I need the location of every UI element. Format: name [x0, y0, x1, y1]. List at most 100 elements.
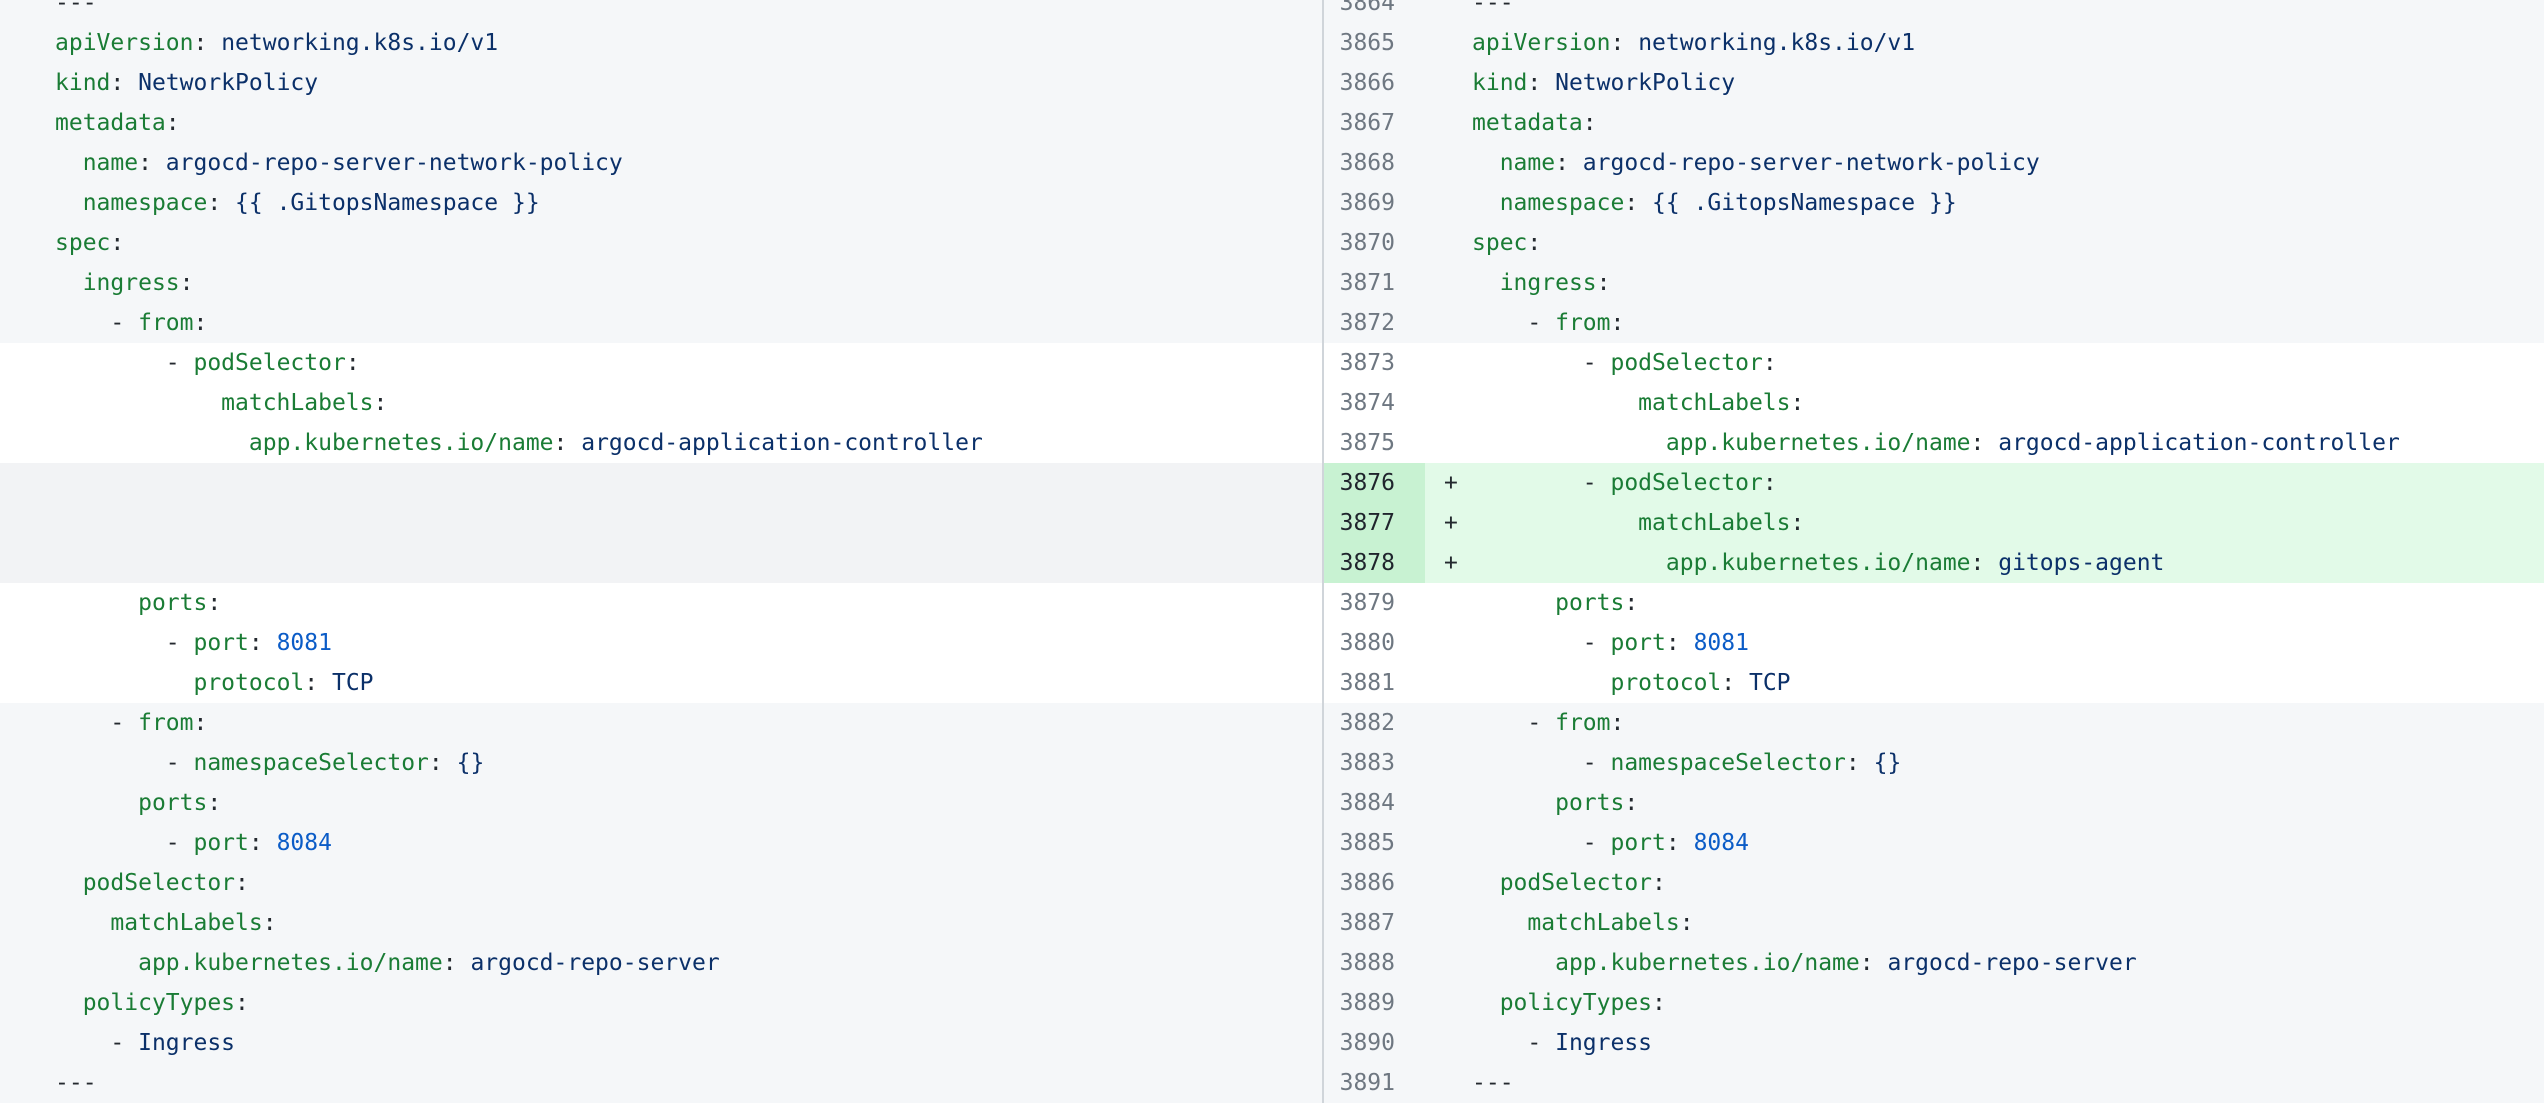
- code-line: namespace: {{ .GitopsNamespace }}: [0, 183, 1322, 223]
- diff-row: ---: [0, 1063, 1322, 1103]
- split-diff-view: ---apiVersion: networking.k8s.io/v1kind:…: [0, 0, 2544, 1103]
- line-number[interactable]: 3880: [1324, 623, 1425, 663]
- code-line: ports:: [1425, 583, 2544, 623]
- diff-row: name: argocd-repo-server-network-policy: [0, 143, 1322, 183]
- diff-row: - podSelector:: [0, 343, 1322, 383]
- diff-row: - namespaceSelector: {}: [0, 743, 1322, 783]
- diff-row: 3882 - from:: [1324, 703, 2544, 743]
- line-number[interactable]: 3884: [1324, 783, 1425, 823]
- line-number[interactable]: 3887: [1324, 903, 1425, 943]
- line-number[interactable]: 3873: [1324, 343, 1425, 383]
- code-line: app.kubernetes.io/name: argocd-applicati…: [0, 423, 1322, 463]
- diff-row: 3871 ingress:: [1324, 263, 2544, 303]
- diff-row: 3885 - port: 8084: [1324, 823, 2544, 863]
- diff-row: 3868 name: argocd-repo-server-network-po…: [1324, 143, 2544, 183]
- diff-row: - port: 8081: [0, 623, 1322, 663]
- code-line: [0, 463, 1322, 503]
- line-number[interactable]: 3867: [1324, 103, 1425, 143]
- line-number[interactable]: 3882: [1324, 703, 1425, 743]
- code-line: ---: [0, 1063, 1322, 1103]
- line-number[interactable]: 3865: [1324, 23, 1425, 63]
- line-number[interactable]: 3864: [1324, 0, 1425, 23]
- diff-row-placeholder: [0, 503, 1322, 543]
- diff-row: ---: [0, 0, 1322, 23]
- diff-row: 3864---: [1324, 0, 2544, 23]
- code-line: - namespaceSelector: {}: [1425, 743, 2544, 783]
- code-line: matchLabels:: [1425, 383, 2544, 423]
- code-line: + app.kubernetes.io/name: gitops-agent: [1425, 543, 2544, 583]
- code-line: - port: 8081: [1425, 623, 2544, 663]
- line-number[interactable]: 3868: [1324, 143, 1425, 183]
- code-line: protocol: TCP: [1425, 663, 2544, 703]
- added-marker: +: [1444, 503, 1472, 543]
- code-line: kind: NetworkPolicy: [1425, 63, 2544, 103]
- code-line: ---: [0, 0, 1322, 23]
- diff-row: app.kubernetes.io/name: argocd-applicati…: [0, 423, 1322, 463]
- code-line: spec:: [1425, 223, 2544, 263]
- diff-row: 3891---: [1324, 1063, 2544, 1103]
- diff-row: 3874 matchLabels:: [1324, 383, 2544, 423]
- code-line: [0, 543, 1322, 583]
- code-line: name: argocd-repo-server-network-policy: [1425, 143, 2544, 183]
- diff-row: 3884 ports:: [1324, 783, 2544, 823]
- code-line: - from:: [1425, 703, 2544, 743]
- line-number[interactable]: 3871: [1324, 263, 1425, 303]
- diff-row: matchLabels:: [0, 903, 1322, 943]
- code-line: matchLabels:: [0, 903, 1322, 943]
- diff-row: 3865apiVersion: networking.k8s.io/v1: [1324, 23, 2544, 63]
- diff-row: 3889 policyTypes:: [1324, 983, 2544, 1023]
- code-line: protocol: TCP: [0, 663, 1322, 703]
- code-line: policyTypes:: [1425, 983, 2544, 1023]
- code-line: ingress:: [0, 263, 1322, 303]
- line-number[interactable]: 3870: [1324, 223, 1425, 263]
- code-line: ports:: [1425, 783, 2544, 823]
- line-number[interactable]: 3869: [1324, 183, 1425, 223]
- diff-row: ingress:: [0, 263, 1322, 303]
- diff-row-placeholder: [0, 463, 1322, 503]
- line-number[interactable]: 3885: [1324, 823, 1425, 863]
- code-line: matchLabels:: [1425, 903, 2544, 943]
- code-line: - from:: [0, 303, 1322, 343]
- line-number[interactable]: 3886: [1324, 863, 1425, 903]
- line-number[interactable]: 3891: [1324, 1063, 1425, 1103]
- diff-row: 3888 app.kubernetes.io/name: argocd-repo…: [1324, 943, 2544, 983]
- diff-row: 3875 app.kubernetes.io/name: argocd-appl…: [1324, 423, 2544, 463]
- diff-row: protocol: TCP: [0, 663, 1322, 703]
- diff-row: app.kubernetes.io/name: argocd-repo-serv…: [0, 943, 1322, 983]
- line-number[interactable]: 3888: [1324, 943, 1425, 983]
- line-number[interactable]: 3875: [1324, 423, 1425, 463]
- code-line: metadata:: [1425, 103, 2544, 143]
- diff-row-placeholder: [0, 543, 1322, 583]
- line-number[interactable]: 3876: [1324, 463, 1425, 503]
- diff-row: 3873 - podSelector:: [1324, 343, 2544, 383]
- line-number[interactable]: 3878: [1324, 543, 1425, 583]
- code-line: ---: [1425, 0, 2544, 23]
- line-number[interactable]: 3890: [1324, 1023, 1425, 1063]
- code-line: policyTypes:: [0, 983, 1322, 1023]
- diff-row: 3890 - Ingress: [1324, 1023, 2544, 1063]
- line-number[interactable]: 3866: [1324, 63, 1425, 103]
- diff-row: - from:: [0, 703, 1322, 743]
- code-line: - Ingress: [1425, 1023, 2544, 1063]
- code-line: apiVersion: networking.k8s.io/v1: [0, 23, 1322, 63]
- code-line: - podSelector:: [0, 343, 1322, 383]
- code-line: - podSelector:: [1425, 343, 2544, 383]
- line-number[interactable]: 3883: [1324, 743, 1425, 783]
- line-number[interactable]: 3872: [1324, 303, 1425, 343]
- line-number[interactable]: 3881: [1324, 663, 1425, 703]
- code-line: podSelector:: [0, 863, 1322, 903]
- added-marker: +: [1444, 463, 1472, 503]
- code-line: - port: 8084: [1425, 823, 2544, 863]
- diff-row: 3869 namespace: {{ .GitopsNamespace }}: [1324, 183, 2544, 223]
- line-number[interactable]: 3874: [1324, 383, 1425, 423]
- line-number[interactable]: 3877: [1324, 503, 1425, 543]
- code-line: spec:: [0, 223, 1322, 263]
- line-number[interactable]: 3879: [1324, 583, 1425, 623]
- diff-row: namespace: {{ .GitopsNamespace }}: [0, 183, 1322, 223]
- code-line: - from:: [0, 703, 1322, 743]
- line-number[interactable]: 3889: [1324, 983, 1425, 1023]
- code-line: - port: 8084: [0, 823, 1322, 863]
- diff-row: 3881 protocol: TCP: [1324, 663, 2544, 703]
- diff-row: 3887 matchLabels:: [1324, 903, 2544, 943]
- added-marker: +: [1444, 543, 1472, 583]
